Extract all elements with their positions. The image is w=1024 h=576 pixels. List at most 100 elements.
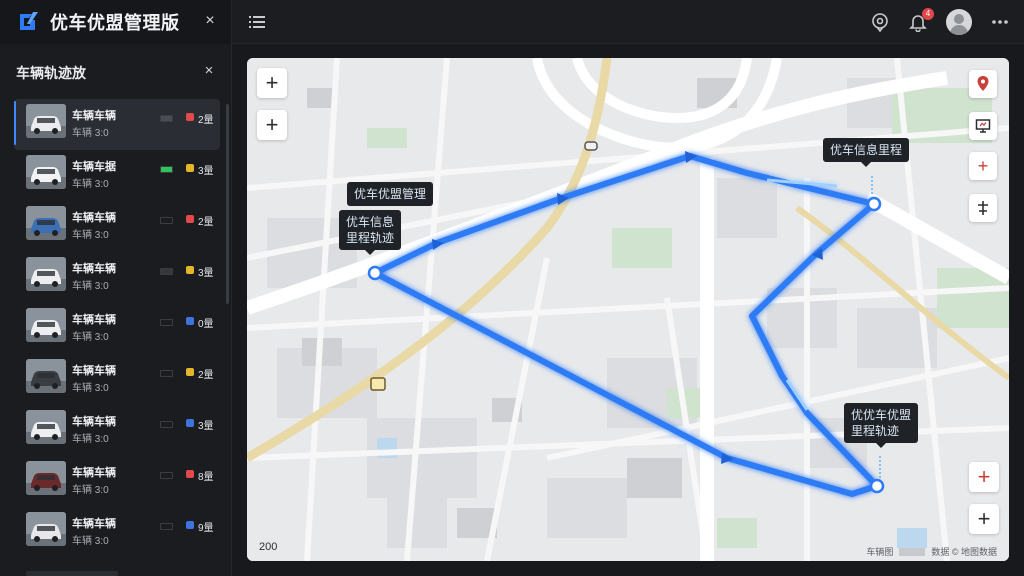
callout-text: 里程轨迹 bbox=[851, 424, 900, 438]
vehicle-name: 车辆车据 bbox=[72, 161, 116, 173]
vehicle-subtitle: 车辆 3:0 bbox=[72, 536, 109, 547]
screen-icon bbox=[975, 119, 991, 133]
status-icon bbox=[186, 317, 194, 325]
vehicle-count: 2量 bbox=[198, 217, 214, 228]
status-icon bbox=[186, 470, 194, 478]
vehicle-list-item[interactable]: 车辆车辆 车辆 3:0 2量 bbox=[14, 99, 220, 150]
brand-logo-icon bbox=[20, 12, 38, 30]
vehicle-list-item[interactable]: 车辆车辆车辆 3:0 9量 bbox=[14, 507, 220, 558]
battery-icon bbox=[160, 217, 173, 224]
vehicle-count: 3量 bbox=[198, 421, 214, 432]
road-marker-icon bbox=[584, 141, 598, 151]
vehicle-count: 3量 bbox=[198, 268, 214, 279]
map-callout-stop-c[interactable]: 优优车优盟 里程轨迹 bbox=[844, 403, 919, 448]
sidebar-scrollbar[interactable] bbox=[226, 104, 229, 304]
avatar-head bbox=[954, 14, 964, 24]
vehicle-list-item[interactable]: 车辆车据车辆 3:0 3量 bbox=[14, 150, 220, 201]
battery-icon bbox=[160, 268, 173, 275]
battery-icon bbox=[160, 370, 173, 377]
panel-title: 车辆轨迹放 bbox=[16, 65, 86, 81]
attribution-bar bbox=[899, 547, 926, 556]
vehicle-count: 2量 bbox=[198, 370, 214, 381]
callout-text: 优车优盟管理 bbox=[354, 187, 427, 201]
route-stop-point bbox=[367, 265, 383, 281]
vehicle-subtitle: 车辆 3:0 bbox=[72, 485, 109, 496]
top-actions: 4 bbox=[870, 8, 1010, 36]
vehicle-name: 车辆车辆 bbox=[72, 263, 116, 275]
map-canvas[interactable] bbox=[247, 58, 1009, 561]
vehicle-thumbnail bbox=[26, 359, 66, 393]
vehicle-subtitle: 车辆 3:0 bbox=[72, 281, 109, 292]
app-title: 优车优盟管理版 bbox=[50, 13, 180, 33]
vehicle-thumbnail bbox=[26, 155, 66, 189]
vehicle-list-item[interactable]: 车辆车辆 车辆 3:0 2量 bbox=[14, 354, 220, 405]
vehicle-thumbnail bbox=[26, 410, 66, 444]
compass-icon bbox=[978, 201, 988, 215]
add-marker-button[interactable]: + bbox=[969, 152, 997, 180]
location-pin-button[interactable] bbox=[969, 70, 997, 98]
vehicle-thumbnail bbox=[26, 512, 66, 546]
battery-icon bbox=[160, 421, 173, 428]
more-icon[interactable] bbox=[990, 12, 1010, 32]
zoom-in-secondary-button[interactable]: + bbox=[257, 110, 287, 140]
map-view[interactable]: 优车优盟管理 优车信息 里程轨迹 优车信息里程 优优车优盟 里程轨迹 + + +… bbox=[247, 58, 1009, 561]
status-icon bbox=[186, 266, 194, 274]
location-pin-icon bbox=[977, 76, 989, 91]
callout-text: 优车信息里程 bbox=[830, 143, 903, 157]
vehicle-list-item[interactable]: 车辆车辆车辆 3:0 2量 bbox=[14, 201, 220, 252]
vehicle-name: 车辆车辆 bbox=[72, 518, 116, 530]
vehicle-count: 8量 bbox=[198, 472, 214, 483]
location-icon[interactable] bbox=[870, 12, 890, 32]
zoom-in-bottom-button[interactable]: + bbox=[969, 504, 999, 534]
status-icon bbox=[186, 215, 194, 223]
vehicle-subtitle: 车辆 3:0 bbox=[72, 383, 109, 394]
map-scale-label: 200 bbox=[259, 541, 278, 553]
status-icon bbox=[186, 419, 194, 427]
vehicle-name: 车辆车辆 bbox=[72, 416, 116, 428]
vehicle-name: 车辆车辆 bbox=[72, 212, 116, 224]
route-stop-point bbox=[866, 196, 882, 212]
attribution-text: 车辆图 bbox=[866, 547, 894, 557]
avatar-body bbox=[950, 25, 968, 35]
compass-button[interactable] bbox=[969, 194, 997, 222]
vehicle-list-item[interactable]: 车辆车辆车辆 3:0 8量 bbox=[14, 456, 220, 507]
vehicle-count: 0量 bbox=[198, 319, 214, 330]
menu-icon[interactable] bbox=[248, 13, 266, 31]
vehicle-name: 车辆车辆 bbox=[72, 467, 116, 479]
map-callout-stop-a-detail[interactable]: 优车信息 里程轨迹 bbox=[339, 210, 402, 255]
vehicle-name: 车辆车辆 bbox=[72, 314, 116, 326]
zoom-in-red-button[interactable]: + bbox=[969, 462, 999, 492]
map-callout-stop-a[interactable]: 优车优盟管理 bbox=[347, 182, 434, 206]
road-marker-icon bbox=[370, 377, 386, 391]
vehicle-subtitle: 车辆 3:0 bbox=[72, 179, 109, 190]
vehicle-thumbnail bbox=[26, 104, 66, 138]
vehicle-count: 9量 bbox=[198, 523, 214, 534]
status-icon bbox=[186, 368, 194, 376]
vehicle-list: 车辆车辆 车辆 3:0 2量 车辆车据 车辆 3:0 3量 车辆车辆 车辆 3:0 2量 车辆车辆… bbox=[14, 99, 224, 558]
vehicle-list-item[interactable]: 车辆车辆车辆 3:0 3量 bbox=[14, 252, 220, 303]
attribution-text: 数据 © 地图数据 bbox=[931, 547, 997, 557]
vehicle-count: 3量 bbox=[198, 166, 214, 177]
screen-button[interactable] bbox=[969, 112, 997, 140]
app-root: 优车优盟管理版 × 4 车辆轨迹放 × 车辆车辆 车辆 3:0 2量 车辆车据 … bbox=[0, 0, 1024, 576]
avatar[interactable] bbox=[946, 9, 972, 35]
vehicle-list-item[interactable]: 车辆车辆 车辆 3:0 0量 bbox=[14, 303, 220, 354]
callout-text: 优优车优盟 bbox=[851, 408, 912, 422]
route-stop-point bbox=[869, 478, 885, 494]
notification-button[interactable]: 4 bbox=[908, 8, 934, 33]
vehicle-sidebar: 车辆轨迹放 × 车辆车辆 车辆 3:0 2量 车辆车据 车辆 3:0 3量 车辆车辆 车辆 3… bbox=[0, 44, 232, 576]
panel-close-icon[interactable]: × bbox=[200, 62, 218, 80]
vehicle-count: 2量 bbox=[198, 115, 214, 126]
vehicle-subtitle: 车辆 3:0 bbox=[72, 128, 109, 139]
status-icon bbox=[186, 164, 194, 172]
vehicle-thumbnail bbox=[26, 206, 66, 240]
zoom-in-button[interactable]: + bbox=[257, 68, 287, 98]
vehicle-subtitle: 车辆 3:0 bbox=[72, 230, 109, 241]
vehicle-list-item[interactable]: 车辆车辆 车辆 3:0 3量 bbox=[14, 405, 220, 456]
close-icon[interactable]: × bbox=[201, 12, 219, 30]
map-callout-stop-b[interactable]: 优车信息里程 bbox=[823, 138, 910, 167]
notification-badge: 4 bbox=[922, 8, 934, 20]
callout-text: 里程轨迹 bbox=[346, 231, 395, 245]
vehicle-thumbnail bbox=[26, 461, 66, 495]
battery-icon bbox=[160, 115, 173, 122]
